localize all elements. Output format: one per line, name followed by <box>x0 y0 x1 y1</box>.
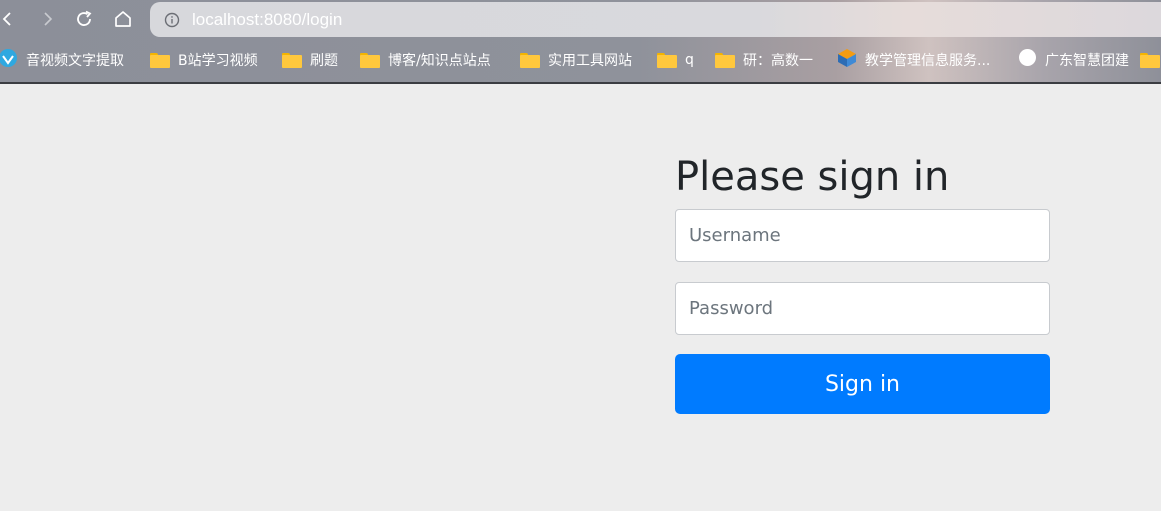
bookmark-folder[interactable]: q <box>657 44 694 76</box>
folder-icon <box>1140 52 1160 68</box>
login-page: Please sign in Sign in <box>0 84 1161 511</box>
folder-icon <box>150 52 170 68</box>
browser-toolbar <box>0 0 1161 38</box>
bookmarks-bar: 音视频文字提取 B站学习视频 刷题 博客/知识点站点 实用工具网站 q 研：高数… <box>0 44 1161 76</box>
bookmark-label: 博客/知识点站点 <box>388 53 491 69</box>
reload-button[interactable] <box>71 6 97 32</box>
bookmark-folder[interactable]: 博客/知识点站点 <box>360 44 491 76</box>
folder-icon <box>360 52 380 68</box>
bookmark-folder[interactable]: 实用工具网站 <box>520 44 632 76</box>
forward-button[interactable] <box>35 6 61 32</box>
bookmark-item[interactable]: 音视频文字提取 <box>0 44 124 76</box>
app-icon <box>837 48 857 73</box>
folder-icon <box>282 52 302 68</box>
circle-icon <box>1018 48 1037 72</box>
folder-icon <box>520 52 540 68</box>
back-button[interactable] <box>0 6 20 32</box>
bookmark-item[interactable]: 教学管理信息服务... <box>837 44 990 76</box>
app-icon <box>0 48 18 73</box>
url-input[interactable] <box>192 9 792 30</box>
home-icon <box>115 11 131 27</box>
folder-icon <box>657 52 677 68</box>
home-button[interactable] <box>110 6 136 32</box>
reload-icon <box>77 10 92 26</box>
back-arrow-icon <box>2 12 11 26</box>
address-bar[interactable] <box>150 2 1161 37</box>
browser-chrome: 音视频文字提取 B站学习视频 刷题 博客/知识点站点 实用工具网站 q 研：高数… <box>0 0 1161 84</box>
bookmark-label: q <box>685 52 694 68</box>
bookmark-label: B站学习视频 <box>178 53 258 69</box>
bookmark-folder-overflow[interactable] <box>1140 44 1160 76</box>
folder-icon <box>715 52 735 68</box>
site-info-icon[interactable] <box>164 12 180 28</box>
bookmark-item[interactable]: 广东智慧团建 <box>1018 44 1129 76</box>
sign-in-button[interactable]: Sign in <box>675 354 1050 414</box>
bookmark-label: 广东智慧团建 <box>1045 53 1129 69</box>
bookmark-folder[interactable]: 刷题 <box>282 44 338 76</box>
password-input[interactable] <box>675 282 1050 335</box>
bookmark-label: 实用工具网站 <box>548 53 632 69</box>
bookmark-label: 研：高数一 <box>743 53 813 69</box>
username-input[interactable] <box>675 209 1050 262</box>
bookmark-folder[interactable]: B站学习视频 <box>150 44 258 76</box>
forward-arrow-icon <box>44 12 53 26</box>
bookmark-label: 音视频文字提取 <box>26 53 124 69</box>
bookmark-folder[interactable]: 研：高数一 <box>715 44 813 76</box>
page-title: Please sign in <box>675 154 950 200</box>
bookmark-label: 教学管理信息服务... <box>865 53 991 69</box>
bookmark-label: 刷题 <box>310 53 338 69</box>
